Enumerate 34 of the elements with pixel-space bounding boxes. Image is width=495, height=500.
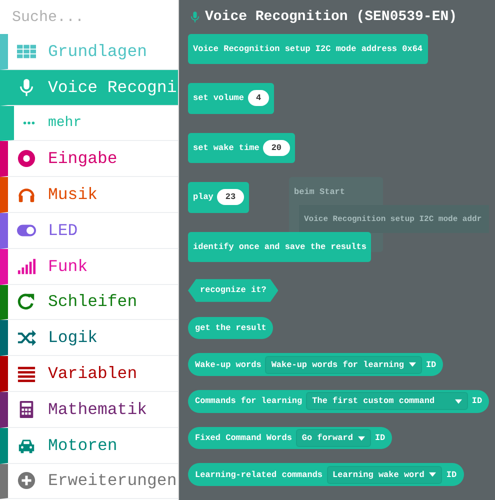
caret-icon <box>454 398 462 404</box>
category-item[interactable]: Voice Recogni <box>0 70 178 106</box>
dropdown[interactable]: Wake-up words for learning <box>265 356 422 374</box>
flyout-title: Voice Recognition (SEN0539-EN) <box>205 8 458 25</box>
statement-block[interactable]: play 23 <box>188 182 249 213</box>
reporter-block[interactable]: Fixed Command Words Go forward ID <box>188 426 392 450</box>
number-field[interactable]: 23 <box>217 189 244 206</box>
number-field[interactable]: 20 <box>263 140 290 156</box>
microphone-icon <box>189 8 201 25</box>
dropdown[interactable]: The first custom command <box>306 392 468 410</box>
statement-block[interactable]: identify once and save the results <box>188 232 372 262</box>
lines-icon <box>17 364 36 384</box>
boolean-block[interactable]: recognize it? <box>188 279 278 302</box>
caret-icon <box>429 472 436 478</box>
number-field[interactable]: 4 <box>248 90 270 106</box>
reporter-block[interactable]: Learning-related commands Learning wake word ID <box>188 463 464 486</box>
caret-icon <box>408 362 416 368</box>
statement-block[interactable]: set volume 4 <box>188 83 274 114</box>
statement-block[interactable]: set wake time 20 <box>188 132 295 164</box>
reporter-block[interactable]: Wake-up words Wake-up words for learning ID <box>188 353 444 376</box>
plus-icon <box>17 471 36 490</box>
statement-block[interactable]: Voice Recognition setup I2C mode address 0x64 <box>188 34 428 64</box>
reporter-block[interactable]: Commands for learning The first custom command ID <box>188 390 490 413</box>
reporter-block[interactable]: get the result <box>188 316 274 340</box>
loop-arrow-icon <box>17 292 36 312</box>
dropdown[interactable]: Go forward <box>296 429 371 448</box>
shuffle-icon <box>17 328 36 348</box>
ghost-inner-block: Voice Recognition setup I2C mode addr <box>299 205 489 233</box>
signal-bars-icon <box>17 256 36 276</box>
caret-icon <box>358 436 365 441</box>
microphone-icon <box>17 78 36 97</box>
dropdown[interactable]: Learning wake word <box>326 466 442 484</box>
circle-icon <box>17 149 36 168</box>
calculator-icon <box>17 400 36 419</box>
